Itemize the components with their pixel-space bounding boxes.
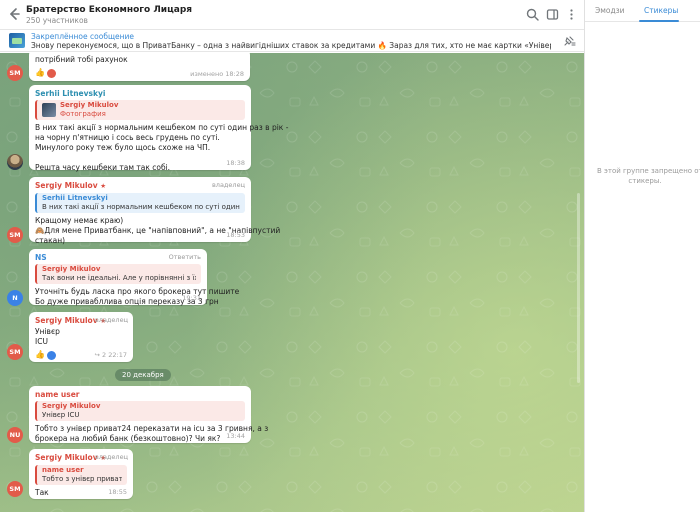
chat-scrollbar[interactable] [577, 193, 580, 383]
avatar[interactable]: SM [7, 344, 23, 360]
reaction-avatar [46, 68, 56, 78]
quote-sender: Serhii Litnevskyi [42, 194, 108, 202]
message-text-line: Минулого року теж було щось схоже на ЧП. [35, 143, 211, 152]
reply-arrow-icon: ↪ [94, 351, 100, 359]
chat-header: Братерство Економного Лицаря 250 участни… [0, 0, 584, 30]
messages-area[interactable]: SM потрібний тобі рахунок 👍 изменено 18:… [0, 53, 584, 512]
message-time: 13:44 [226, 432, 245, 440]
pinned-thumbnail [9, 33, 25, 48]
message-text-line: Уточніть будь ласка про якого брокера ту… [35, 287, 240, 296]
message-text: потрібний тобі рахунок [35, 55, 128, 64]
replies-count: 2 [102, 351, 107, 359]
avatar[interactable]: SM [7, 481, 23, 497]
chat-title[interactable]: Братерство Економного Лицаря [26, 5, 192, 15]
owner-label: владелец [94, 316, 128, 324]
stickers-disabled-message: В этой группе запрещено отпра стикеры. [597, 166, 700, 186]
quote-text: Тобто з унівєр приват24... [42, 475, 122, 483]
avatar[interactable]: NU [7, 427, 23, 443]
message-text-line: Тобто з унівєр приват24 переказати на ic… [35, 424, 269, 433]
reply-quote[interactable]: Sergiy Mikulov Так вони не ідеальні. Але… [35, 264, 201, 284]
sidebar-toggle-icon[interactable] [546, 8, 559, 21]
message-time: 22:17 [108, 351, 127, 359]
avatar[interactable]: SM [7, 227, 23, 243]
message-text-line: В них такі акції з нормальним кешбеком п… [35, 123, 289, 132]
avatar[interactable] [7, 154, 23, 170]
quote-sender: Sergiy Mikulov [42, 402, 101, 410]
tab-emoji[interactable]: Эмодзи [595, 6, 625, 15]
message-sender[interactable]: name user [35, 389, 245, 400]
message-meta[interactable]: ↪ 2 22:17 [95, 351, 127, 359]
message-time: изменено 18:28 [190, 70, 244, 78]
reply-quote[interactable]: Sergiy Mikulov Фотография [35, 100, 245, 120]
message-time: 18:53 [226, 231, 245, 239]
quote-text: Унівєр ICU [42, 411, 80, 419]
message-time: 19:31 [182, 294, 201, 302]
pinned-text: Знову переконуємося, що в ПриватБанку – … [31, 41, 551, 50]
message-text-line: Решта часу кешбеки там так собі. [35, 163, 171, 172]
emoji-sticker-panel: Эмодзи Стикеры В этой группе запрещено о… [585, 0, 700, 512]
panel-tabs: Эмодзи Стикеры [585, 0, 700, 22]
thumbs-up-reaction[interactable]: 👍 [35, 68, 45, 78]
quote-sender: name user [42, 466, 84, 474]
message-sender[interactable]: Serhii Litnevskyi [35, 88, 245, 99]
admin-star-icon: ★ [100, 182, 107, 190]
message-time: 18:55 [108, 488, 127, 496]
avatar[interactable]: N [7, 290, 23, 306]
message-text-line: на чорну п'ятницю і сось весь грудень по… [35, 133, 220, 142]
message-text-line: Кращому немає краю) [35, 216, 124, 225]
reply-quote[interactable]: Sergiy Mikulov Унівєр ICU [35, 401, 245, 421]
message-bubble[interactable]: Serhii Litnevskyi Sergiy Mikulov Фотогра… [29, 85, 289, 172]
reply-action[interactable]: Ответить [169, 253, 201, 261]
owner-label: владелец [94, 453, 128, 461]
avatar[interactable]: SM [7, 65, 23, 81]
quote-text: В них такі акції з нормальним кешбеком п… [42, 203, 240, 211]
reply-quote[interactable]: name user Тобто з унівєр приват24... [35, 465, 127, 485]
message-text-line: Унівєр [35, 327, 60, 336]
stickers-disabled-line: В этой группе запрещено отпра [597, 167, 700, 175]
message-text-line: стакан) [35, 236, 66, 245]
pinned-title: Закреплённое сообщение [31, 32, 135, 41]
pinned-list-icon[interactable] [563, 35, 576, 47]
sender-name: Sergiy Mikulov [35, 181, 98, 190]
quote-sender: Sergiy Mikulov [60, 101, 119, 109]
date-divider: 20 декабря [115, 369, 171, 381]
message-bubble[interactable]: Sergiy Mikulov ★ владелец Serhii Litnevs… [29, 177, 281, 245]
members-count: 250 участников [26, 16, 88, 25]
message-bubble[interactable]: потрібний тобі рахунок 👍 изменено 18:28 [29, 53, 250, 81]
more-options-icon[interactable] [565, 8, 578, 21]
pinned-message-bar[interactable]: Закреплённое сообщение Знову переконуємо… [0, 30, 584, 52]
quote-text: Фотография [60, 110, 106, 118]
search-icon[interactable] [526, 8, 539, 21]
sender-name: Sergiy Mikulov [35, 316, 98, 325]
message-text-line: ICU [35, 337, 48, 346]
stickers-disabled-line: стикеры. [628, 177, 662, 185]
quote-photo-thumbnail [42, 103, 56, 117]
owner-label: владелец [211, 181, 245, 189]
quote-sender: Sergiy Mikulov [42, 265, 101, 273]
reaction-avatar [46, 350, 56, 360]
thumbs-up-reaction[interactable]: 👍 [35, 350, 45, 360]
message-bubble[interactable]: Sergiy Mikulov ★ владелец Унівєр ICU 👍 ↪… [29, 312, 133, 362]
message-bubble[interactable]: NS Ответить Sergiy Mikulov Так вони не і… [29, 249, 240, 306]
message-text-line: 🙈Для мене Приватбанк, це "напівповний", … [35, 226, 281, 235]
message-bubble[interactable]: name user Sergiy Mikulov Унівєр ICU Тобт… [29, 386, 269, 443]
active-tab-indicator [639, 20, 679, 22]
back-arrow-icon[interactable] [7, 7, 21, 21]
quote-text: Так вони не ідеальні. Але у порівнянні з… [42, 274, 196, 282]
message-time: 18:38 [226, 159, 245, 167]
tab-stickers[interactable]: Стикеры [644, 6, 678, 15]
reply-quote[interactable]: Serhii Litnevskyi В них такі акції з нор… [35, 193, 245, 213]
message-text-line [35, 153, 245, 163]
sender-name: Sergiy Mikulov [35, 453, 98, 462]
message-text-line: брокера на любий банк (безкоштовно)? Чи … [35, 434, 221, 443]
message-text-line: Бо дуже привабллива опція переказу за 3 … [35, 297, 219, 306]
message-bubble[interactable]: Sergiy Mikulov ★ владелец name user Тобт… [29, 449, 133, 499]
